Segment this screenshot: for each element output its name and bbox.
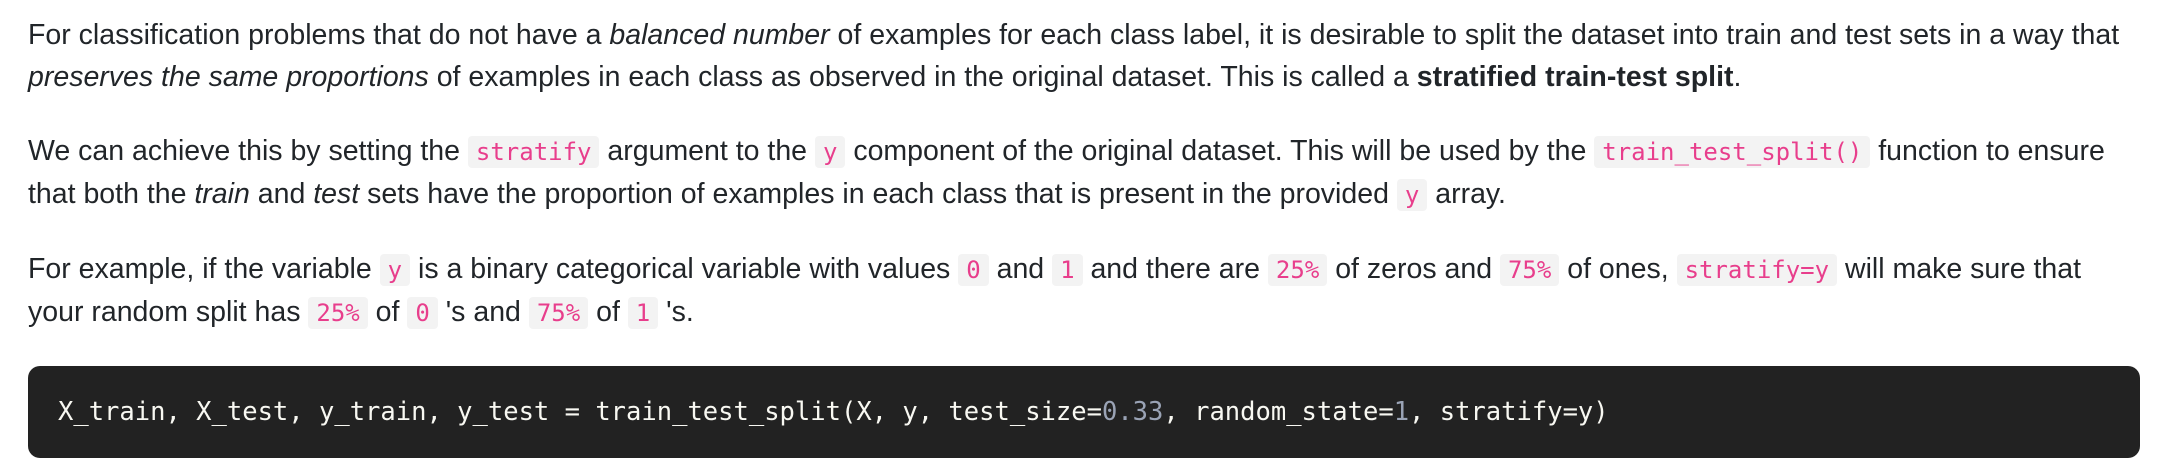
strong-stratified-split: stratified train-test split — [1416, 61, 1734, 93]
emphasis-preserves-proportions: preserves the same proportions — [28, 61, 429, 93]
inline-code-zero: 0 — [407, 297, 438, 329]
text: 's and — [437, 296, 529, 328]
paragraph-example: For example, if the variable y is a bina… — [28, 248, 2140, 334]
code-text: , stratify=y) — [1409, 397, 1609, 427]
text: and — [249, 178, 314, 210]
emphasis-balanced-number: balanced number — [609, 19, 830, 51]
code-text: X_train, X_test, y_train, y_test = train… — [58, 397, 1102, 427]
text: array. — [1427, 178, 1506, 210]
inline-code-train-test-split: train_test_split() — [1594, 136, 1871, 168]
inline-code-y: y — [379, 254, 411, 286]
code-text: , random_state= — [1163, 397, 1394, 427]
code-line: X_train, X_test, y_train, y_test = train… — [58, 394, 2110, 430]
text: of — [588, 296, 628, 328]
text: For classification problems that do not … — [28, 19, 610, 51]
emphasis-test: test — [313, 178, 360, 210]
text: component of the original dataset. This … — [845, 135, 1595, 167]
inline-code-75-percent: 75% — [1499, 254, 1560, 286]
text: 's. — [658, 296, 694, 328]
inline-code-one: 1 — [1052, 254, 1083, 286]
code-block: X_train, X_test, y_train, y_test = train… — [28, 366, 2140, 458]
emphasis-train: train — [194, 178, 250, 210]
paragraph-stratified-intro: For classification problems that do not … — [28, 14, 2140, 98]
text: of examples for each class label, it is … — [829, 19, 2120, 51]
text: is a binary categorical variable with va… — [410, 253, 959, 285]
inline-code-zero: 0 — [958, 254, 989, 286]
text: argument to the — [599, 135, 815, 167]
text: of ones, — [1559, 253, 1677, 285]
inline-code-25-percent: 25% — [308, 297, 368, 329]
text: For example, if the variable — [28, 253, 380, 285]
inline-code-stratify-y: stratify=y — [1676, 254, 1838, 286]
text: We can achieve this by setting the — [28, 135, 468, 167]
inline-code-25-percent: 25% — [1267, 254, 1328, 286]
text: sets have the proportion of examples in … — [359, 178, 1397, 210]
text: of — [367, 296, 408, 328]
article-body: For classification problems that do not … — [28, 14, 2140, 366]
inline-code-y: y — [1396, 179, 1428, 211]
text: and there are — [1082, 253, 1268, 285]
inline-code-stratify: stratify — [467, 136, 600, 168]
inline-code-one: 1 — [627, 297, 659, 329]
inline-code-75-percent: 75% — [528, 297, 589, 329]
text: . — [1733, 61, 1742, 93]
text: of zeros and — [1327, 253, 1500, 285]
paragraph-stratify-argument: We can achieve this by setting the strat… — [28, 130, 2140, 216]
code-number: 0.33 — [1101, 397, 1164, 427]
code-number: 1 — [1393, 397, 1410, 427]
text: and — [988, 253, 1053, 285]
inline-code-y: y — [814, 136, 846, 168]
text: of examples in each class as observed in… — [428, 61, 1417, 93]
